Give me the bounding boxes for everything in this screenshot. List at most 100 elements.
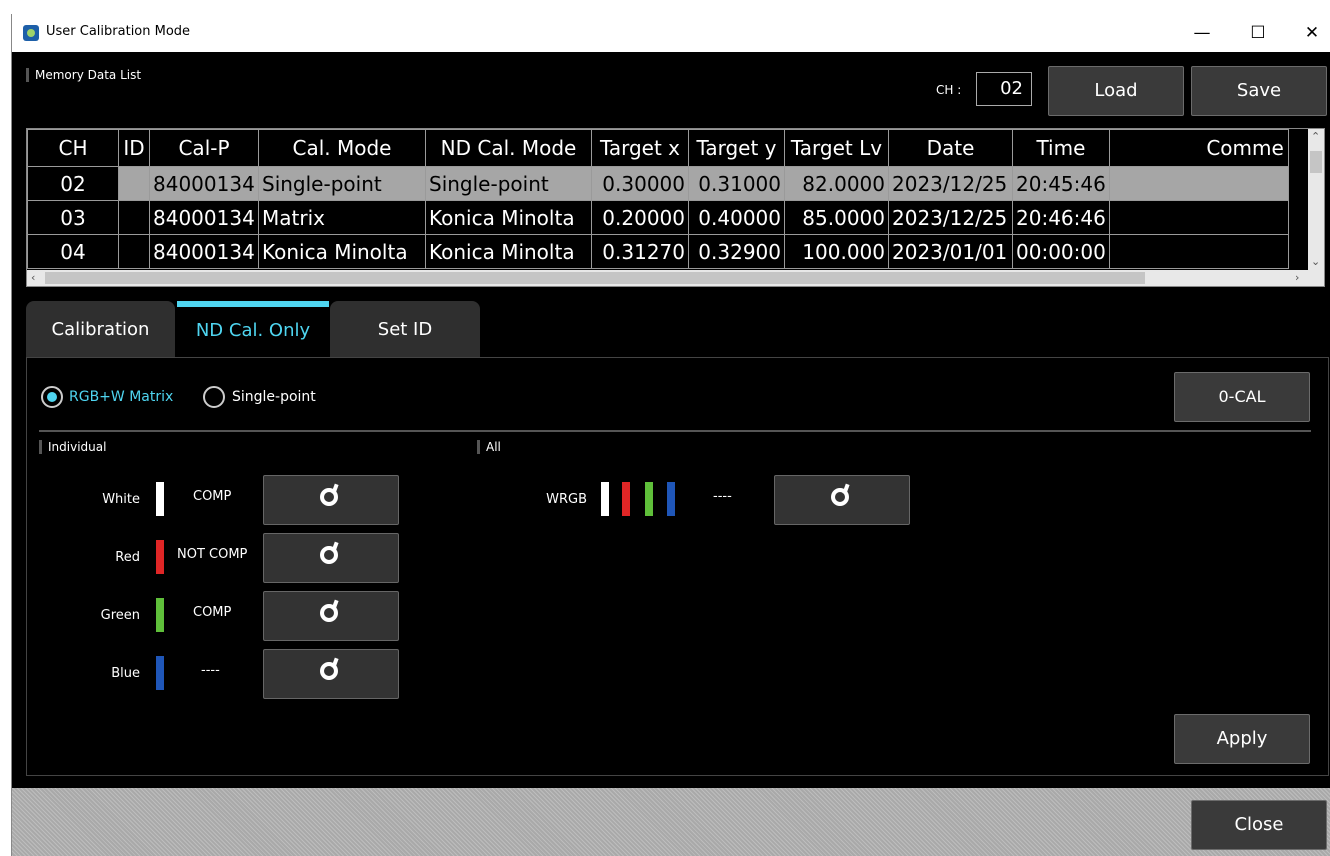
cell-cal-mode[interactable]: Single-point [258,166,426,201]
header-ch[interactable]: CH [27,129,119,167]
scroll-down-icon[interactable]: ⌄ [1311,255,1320,269]
scroll-right-icon[interactable]: › [1295,271,1299,285]
scroll-left-icon[interactable]: ‹ [31,271,35,285]
measure-blue-button[interactable] [263,649,399,699]
measure-red-button[interactable] [263,533,399,583]
header-target-lv[interactable]: Target Lv [784,129,889,167]
measure-icon [320,604,338,622]
horizontal-scrollbar[interactable]: ‹ › [27,270,1324,286]
cell-nd-cal-mode[interactable]: Konica Minolta [425,234,592,269]
cell-target-lv[interactable]: 82.0000 [784,166,889,201]
tab-calibration[interactable]: Calibration [26,301,175,357]
cell-time[interactable]: 20:45:46 [1012,166,1110,201]
header-date[interactable]: Date [888,129,1013,167]
header-target-x[interactable]: Target x [591,129,689,167]
measure-wrgb-button[interactable] [774,475,910,525]
cell-target-x[interactable]: 0.20000 [591,200,689,235]
cell-comment[interactable] [1108,166,1289,201]
zero-cal-button[interactable]: 0-CAL [1174,372,1310,422]
header-cal-p[interactable]: Cal-P [149,129,259,167]
apply-button[interactable]: Apply [1174,714,1310,764]
cell-ch[interactable]: 04 [27,234,119,269]
radio-single-point-label[interactable]: Single-point [232,389,316,405]
wrgb-red-swatch [622,482,630,516]
memory-data-list-label: Memory Data List [26,68,141,82]
all-label: All [477,440,501,454]
cell-cal-p[interactable]: 84000134 [149,166,259,201]
cell-id[interactable] [118,166,150,201]
green-swatch [156,598,164,632]
scroll-up-icon[interactable]: ⌃ [1311,130,1320,144]
vertical-scroll-thumb[interactable] [1310,151,1322,173]
cell-comment[interactable] [1108,234,1289,269]
cell-target-lv[interactable]: 100.000 [784,234,889,269]
table-header-row: CH ID Cal-P Cal. Mode ND Cal. Mode Targe… [27,129,1289,167]
cell-date[interactable]: 2023/01/01 [888,234,1013,269]
nd-cal-panel: RGB+W Matrix Single-point 0-CAL Individu… [26,357,1329,776]
save-button[interactable]: Save [1191,66,1327,116]
cell-ch[interactable]: 03 [27,200,119,235]
cell-time[interactable]: 20:46:46 [1012,200,1110,235]
tab-nd-cal-only[interactable]: ND Cal. Only [177,301,329,357]
header-comment[interactable]: Comme [1108,129,1289,167]
table-row[interactable]: 03 84000134 Matrix Konica Minolta 0.2000… [27,200,1289,235]
wrgb-green-swatch [645,482,653,516]
measure-green-button[interactable] [263,591,399,641]
row-label-white: White [102,492,140,507]
row-label-wrgb: WRGB [546,492,587,507]
maximize-button[interactable]: ☐ [1238,19,1278,47]
header-time[interactable]: Time [1012,129,1110,167]
ch-input[interactable]: 02 [976,72,1032,106]
table-row[interactable]: 02 84000134 Single-point Single-point 0.… [27,166,1289,201]
radio-rgbw-matrix[interactable] [41,386,63,408]
header-target-y[interactable]: Target y [688,129,785,167]
red-swatch [156,540,164,574]
measure-white-button[interactable] [263,475,399,525]
cell-cal-mode[interactable]: Matrix [258,200,426,235]
header-nd-cal-mode[interactable]: ND Cal. Mode [425,129,592,167]
cell-nd-cal-mode[interactable]: Konica Minolta [425,200,592,235]
radio-rgbw-matrix-label[interactable]: RGB+W Matrix [69,389,173,405]
cell-time[interactable]: 00:00:00 [1012,234,1110,269]
cell-cal-p[interactable]: 84000134 [149,234,259,269]
row-label-red: Red [115,550,140,565]
tab-set-id[interactable]: Set ID [330,301,480,357]
cell-cal-p[interactable]: 84000134 [149,200,259,235]
cell-target-lv[interactable]: 85.0000 [784,200,889,235]
window-title: User Calibration Mode [46,24,191,39]
measure-icon [320,662,338,680]
divider [39,430,1311,432]
load-button[interactable]: Load [1048,66,1184,116]
cell-nd-cal-mode[interactable]: Single-point [425,166,592,201]
cell-date[interactable]: 2023/12/25 [888,166,1013,201]
header-cal-mode[interactable]: Cal. Mode [258,129,426,167]
row-label-green: Green [100,608,140,623]
header-id[interactable]: ID [118,129,150,167]
wrgb-blue-swatch [667,482,675,516]
minimize-button[interactable]: — [1182,19,1222,47]
cell-target-y[interactable]: 0.31000 [688,166,785,201]
cell-target-x[interactable]: 0.30000 [591,166,689,201]
cell-id[interactable] [118,234,150,269]
status-wrgb: ---- [713,489,732,504]
cell-date[interactable]: 2023/12/25 [888,200,1013,235]
cell-target-x[interactable]: 0.31270 [591,234,689,269]
individual-label: Individual [39,440,106,454]
close-window-button[interactable]: ✕ [1292,19,1330,47]
cell-target-y[interactable]: 0.40000 [688,200,785,235]
ch-label: CH : [936,83,962,97]
horizontal-scroll-thumb[interactable] [45,272,1145,284]
title-bar: User Calibration Mode — ☐ ✕ [12,14,1330,52]
measure-icon [320,546,338,564]
cell-target-y[interactable]: 0.32900 [688,234,785,269]
memory-data-grid[interactable]: CH ID Cal-P Cal. Mode ND Cal. Mode Targe… [26,128,1325,287]
cell-id[interactable] [118,200,150,235]
table-row[interactable]: 04 84000134 Konica Minolta Konica Minolt… [27,234,1289,269]
cell-ch[interactable]: 02 [27,166,119,201]
cell-cal-mode[interactable]: Konica Minolta [258,234,426,269]
close-button[interactable]: Close [1191,800,1327,850]
status-white: COMP [193,489,232,504]
cell-comment[interactable] [1108,200,1289,235]
radio-single-point[interactable] [203,386,225,408]
vertical-scrollbar[interactable]: ⌃ ⌄ [1308,129,1324,272]
